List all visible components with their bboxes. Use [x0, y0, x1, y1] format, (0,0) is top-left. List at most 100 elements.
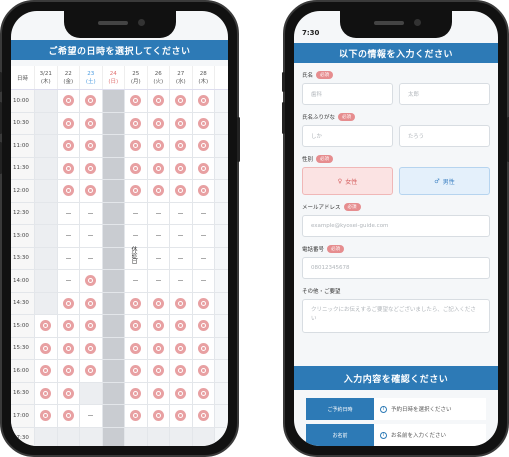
available-slot[interactable] [170, 112, 193, 134]
available-slot[interactable] [57, 292, 80, 314]
male-button[interactable]: ♂ 男性 [399, 167, 490, 195]
unavailable-slot [147, 225, 170, 247]
available-slot[interactable] [35, 337, 58, 359]
available-slot[interactable] [147, 157, 170, 179]
unavailable-slot [80, 202, 103, 224]
time-label: 14:30 [11, 292, 35, 314]
available-slot[interactable] [192, 157, 215, 179]
available-slot[interactable] [80, 315, 103, 337]
available-slot[interactable] [192, 292, 215, 314]
available-slot[interactable] [147, 360, 170, 382]
available-slot[interactable] [125, 112, 148, 134]
available-slot[interactable] [170, 292, 193, 314]
available-slot[interactable] [170, 135, 193, 157]
available-slot[interactable] [80, 180, 103, 202]
available-slot[interactable] [192, 135, 215, 157]
available-slot[interactable] [125, 315, 148, 337]
available-slot[interactable] [147, 135, 170, 157]
available-slot[interactable] [57, 90, 80, 112]
unavailable-slot [170, 270, 193, 292]
available-slot[interactable] [80, 337, 103, 359]
available-slot[interactable] [147, 90, 170, 112]
available-icon [130, 185, 142, 197]
available-slot[interactable] [170, 382, 193, 404]
available-slot[interactable] [170, 90, 193, 112]
available-slot[interactable] [147, 180, 170, 202]
available-slot[interactable] [192, 360, 215, 382]
available-slot[interactable] [57, 135, 80, 157]
available-slot[interactable] [57, 157, 80, 179]
available-slot[interactable] [170, 180, 193, 202]
available-slot[interactable] [147, 315, 170, 337]
gender-label: 性別 必須 [302, 155, 490, 163]
available-slot[interactable] [192, 180, 215, 202]
last-name-input[interactable]: 歯科 [302, 83, 393, 105]
available-slot[interactable] [57, 315, 80, 337]
available-slot[interactable] [192, 337, 215, 359]
available-slot[interactable] [80, 135, 103, 157]
available-slot[interactable] [57, 180, 80, 202]
time-label: 14:00 [11, 270, 35, 292]
mute-switch [282, 72, 285, 92]
available-slot[interactable] [192, 112, 215, 134]
available-slot[interactable] [35, 315, 58, 337]
available-slot[interactable] [57, 337, 80, 359]
available-slot[interactable] [192, 315, 215, 337]
available-slot[interactable] [170, 315, 193, 337]
notes-textarea[interactable]: クリニックにお伝えするご要望などございましたら、ご記入ください [302, 299, 490, 333]
available-slot[interactable] [170, 337, 193, 359]
email-input[interactable]: example@kyosei-guide.com [302, 215, 490, 237]
available-slot[interactable] [125, 180, 148, 202]
available-slot[interactable] [57, 360, 80, 382]
volume-up-button [0, 102, 2, 134]
available-slot[interactable] [125, 135, 148, 157]
available-slot[interactable] [170, 157, 193, 179]
dash-icon [65, 212, 71, 214]
available-slot[interactable] [125, 382, 148, 404]
available-slot[interactable] [80, 360, 103, 382]
last-kana-input[interactable]: しか [302, 125, 393, 147]
available-slot[interactable] [35, 405, 58, 427]
available-slot[interactable] [125, 292, 148, 314]
calendar-header: ご希望の日時を選択してください [11, 40, 228, 60]
available-slot[interactable] [125, 157, 148, 179]
available-slot[interactable] [147, 292, 170, 314]
kana-label-text: 氏名ふりがな [302, 115, 336, 121]
available-slot[interactable] [125, 360, 148, 382]
available-slot[interactable] [57, 112, 80, 134]
available-slot[interactable] [147, 382, 170, 404]
time-slot-row: 17:00 [11, 405, 228, 428]
available-slot[interactable] [80, 157, 103, 179]
phone-input[interactable]: 08012345678 [302, 257, 490, 279]
available-slot[interactable] [80, 270, 103, 292]
available-slot[interactable] [57, 405, 80, 427]
available-slot[interactable] [192, 405, 215, 427]
empty-slot [35, 270, 58, 292]
available-slot[interactable] [147, 337, 170, 359]
time-slot-row: 11:30 [11, 157, 228, 180]
available-slot[interactable] [80, 90, 103, 112]
unavailable-slot [192, 225, 215, 247]
available-slot[interactable] [192, 382, 215, 404]
available-slot[interactable] [147, 112, 170, 134]
available-slot[interactable] [57, 382, 80, 404]
available-icon [152, 365, 164, 377]
available-slot[interactable] [170, 405, 193, 427]
available-slot[interactable] [125, 405, 148, 427]
confirm-row-value: i お名前を入力ください [374, 424, 486, 446]
available-slot[interactable] [125, 90, 148, 112]
available-slot[interactable] [170, 360, 193, 382]
female-button[interactable]: ♀ 女性 [302, 167, 393, 195]
available-slot[interactable] [35, 382, 58, 404]
available-slot[interactable] [80, 112, 103, 134]
available-slot[interactable] [192, 90, 215, 112]
first-kana-input[interactable]: たろう [399, 125, 490, 147]
closed-slot [102, 90, 125, 112]
first-name-input[interactable]: 太郎 [399, 83, 490, 105]
available-slot[interactable] [80, 292, 103, 314]
unavailable-slot [125, 202, 148, 224]
empty-slot [35, 180, 58, 202]
available-slot[interactable] [147, 405, 170, 427]
available-slot[interactable] [125, 337, 148, 359]
available-slot[interactable] [35, 360, 58, 382]
